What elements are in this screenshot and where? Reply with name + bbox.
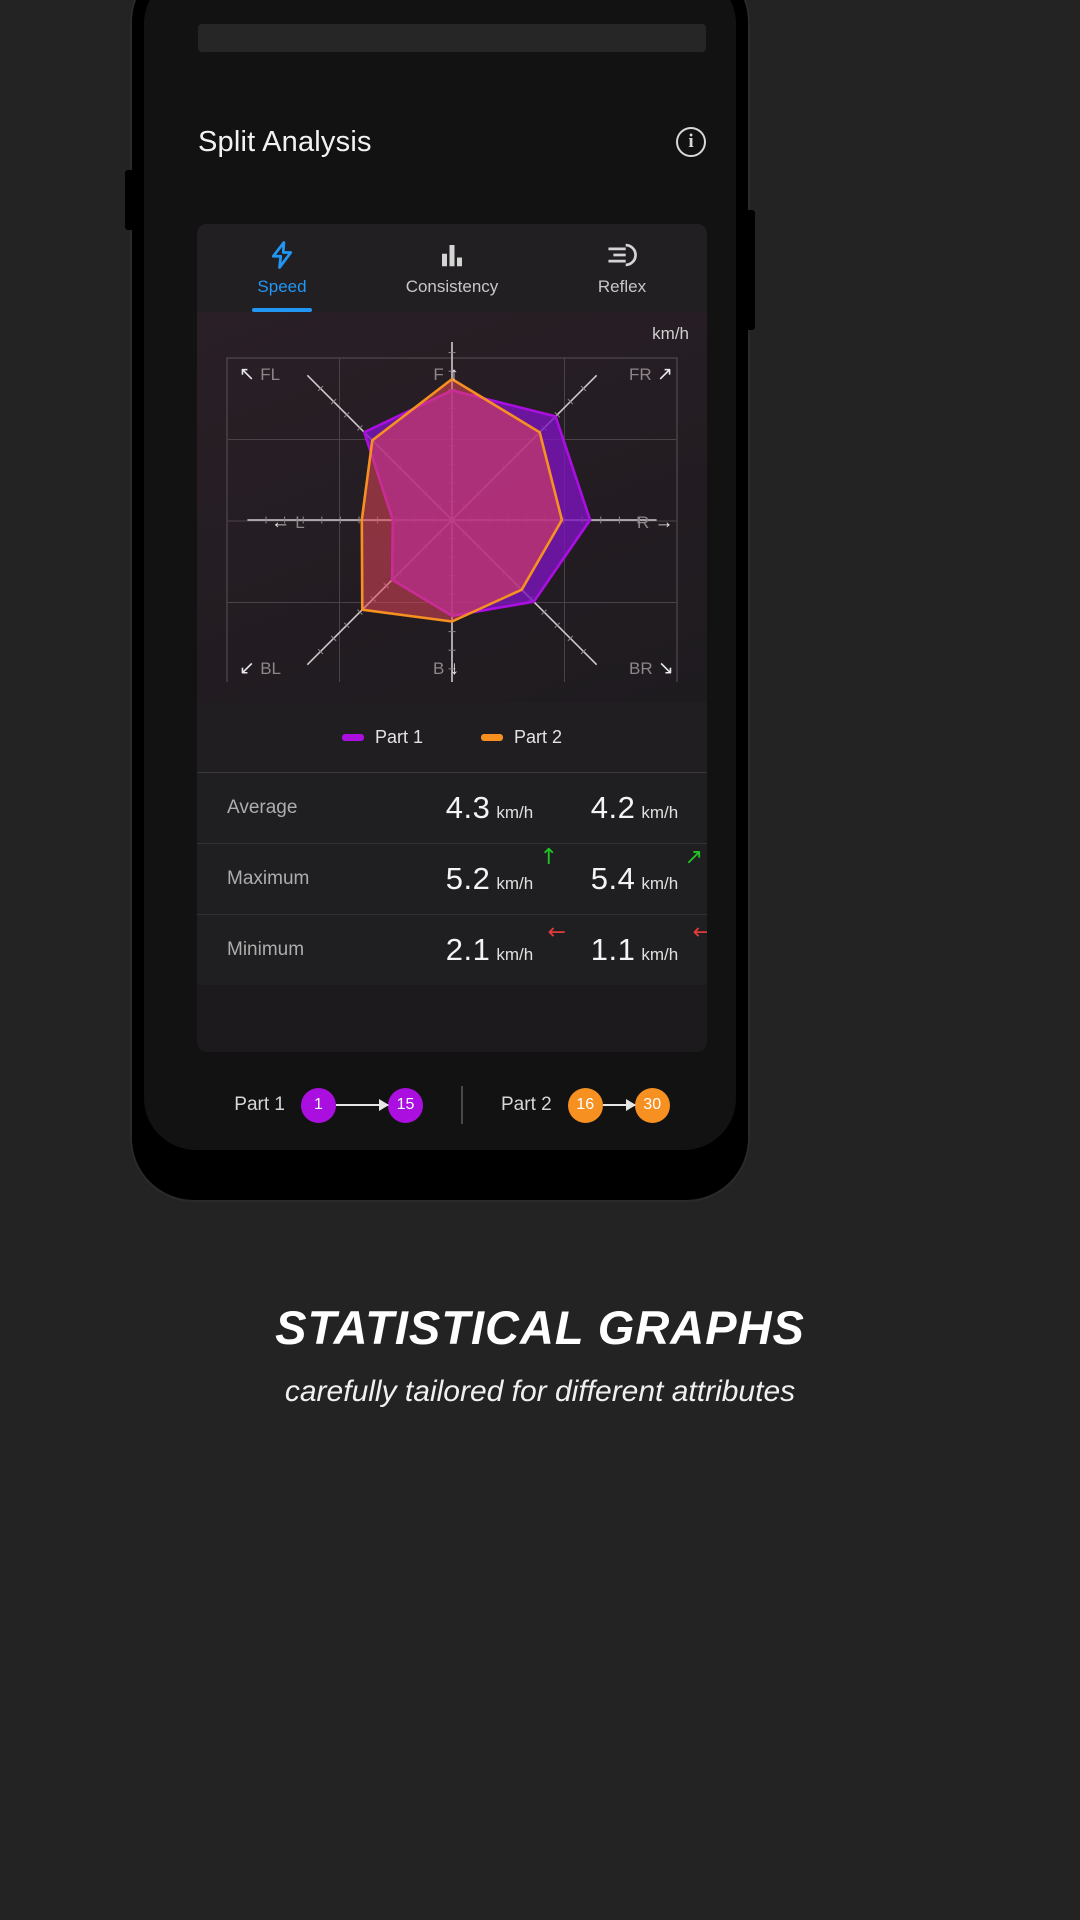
table-row: Average 4.3 km/h 4.2 km/h bbox=[197, 772, 707, 843]
tab-bar: Speed Consistency Reflex bbox=[197, 224, 707, 312]
stat-unit: km/h bbox=[496, 874, 534, 893]
legend-item-part2: Part 2 bbox=[481, 727, 562, 748]
stats-table: Average 4.3 km/h 4.2 km/h Maximum 5.2 km… bbox=[197, 772, 707, 985]
tab-reflex[interactable]: Reflex bbox=[537, 224, 707, 312]
legend-item-part1: Part 1 bbox=[341, 726, 423, 748]
stat-minimum-part2: 1.1 km/h ← bbox=[562, 922, 707, 968]
phone-power-button bbox=[746, 210, 755, 330]
tab-consistency[interactable]: Consistency bbox=[367, 224, 537, 312]
tab-speed-label: Speed bbox=[257, 276, 307, 296]
radar-chart-svg: ↖ FL F ↑ FR ↗ ← L R → ↙ BL B ↓ BR ↘ bbox=[226, 315, 678, 725]
part1-range: Part 1 1 15 bbox=[234, 1087, 423, 1123]
trend-left-arrow-icon: ← bbox=[692, 920, 707, 945]
chart-unit-label: km/h bbox=[652, 324, 689, 343]
part1-end-dot: 15 bbox=[388, 1087, 423, 1123]
part2-pill: 16 30 bbox=[567, 1087, 670, 1123]
part2-end-dot: 30 bbox=[634, 1087, 670, 1123]
svg-text:B ↓: B ↓ bbox=[433, 658, 459, 679]
legend-label-part2: Part 2 bbox=[514, 726, 563, 747]
svg-text:FR ↗: FR ↗ bbox=[629, 364, 673, 385]
stat-unit: km/h bbox=[641, 945, 679, 964]
stat-maximum-part2: 5.4 km/h ↗ bbox=[562, 847, 707, 897]
phone-screen: Split Analysis i Speed Consistency Refle… bbox=[144, 0, 736, 1150]
app-screen: Split Analysis i Speed Consistency Refle… bbox=[144, 0, 736, 1150]
lightning-bolt-icon bbox=[267, 240, 297, 270]
stat-value: 2.1 bbox=[445, 932, 491, 967]
table-row: Minimum 2.1 km/h ← 1.1 km/h ← bbox=[197, 914, 707, 985]
radar-chart: ↖ FL F ↑ FR ↗ ← L R → ↙ BL B ↓ BR ↘ bbox=[197, 315, 707, 725]
table-row: Maximum 5.2 km/h ↑ 5.4 km/h ↗ bbox=[197, 843, 707, 914]
parts-range-row: Part 1 1 15 Part 2 16 30 bbox=[197, 1070, 707, 1140]
stat-maximum-part1: 5.2 km/h ↑ bbox=[417, 847, 562, 897]
phone-frame: Split Analysis i Speed Consistency Refle… bbox=[132, 0, 748, 1200]
stat-value: 4.2 bbox=[590, 790, 636, 825]
reflex-meter-icon bbox=[606, 240, 638, 270]
stat-average-part2: 4.2 km/h bbox=[562, 790, 707, 826]
trend-up-arrow-icon: ↑ bbox=[539, 845, 558, 870]
phone-volume-button bbox=[125, 170, 134, 230]
caption-block: STATISTICAL GRAPHS carefully tailored fo… bbox=[0, 1300, 1080, 1409]
stat-value: 5.2 bbox=[445, 861, 491, 896]
page-title: Split Analysis bbox=[198, 125, 372, 158]
tab-speed[interactable]: Speed bbox=[197, 224, 367, 312]
legend-swatch-part2 bbox=[481, 733, 503, 741]
stat-label-minimum: Minimum bbox=[227, 939, 305, 960]
stat-value: 1.1 bbox=[590, 932, 636, 967]
stat-unit: km/h bbox=[496, 945, 534, 964]
trend-up-right-arrow-icon: ↗ bbox=[684, 845, 703, 870]
part1-label: Part 1 bbox=[234, 1094, 285, 1115]
svg-text:F ↑: F ↑ bbox=[433, 364, 458, 385]
svg-text:← L: ← L bbox=[271, 512, 305, 533]
svg-text:↙ BL: ↙ BL bbox=[239, 658, 281, 679]
analysis-card: Speed Consistency Reflex km/h ↖ FL F ↑ F… bbox=[197, 224, 707, 1052]
stat-value: 4.3 bbox=[445, 790, 491, 825]
stat-label-maximum: Maximum bbox=[227, 868, 310, 889]
part1-pill: 1 15 bbox=[301, 1087, 423, 1123]
stat-unit: km/h bbox=[496, 803, 534, 822]
radar-chart-area: km/h ↖ FL F ↑ FR ↗ ← L R → ↙ BL B ↓ BR ↘ bbox=[197, 312, 707, 725]
part2-arrow-icon bbox=[602, 1099, 636, 1111]
svg-text:R →: R → bbox=[637, 512, 674, 533]
stat-unit: km/h bbox=[641, 874, 679, 893]
stat-minimum-part1: 2.1 km/h ← bbox=[417, 922, 566, 968]
part2-start-dot: 16 bbox=[567, 1087, 603, 1123]
stat-value: 5.4 bbox=[590, 861, 636, 896]
part1-start-dot: 1 bbox=[301, 1087, 336, 1123]
part1-arrow-icon bbox=[336, 1099, 389, 1111]
section-header: Split Analysis i bbox=[198, 120, 706, 164]
tab-consistency-label: Consistency bbox=[405, 276, 499, 296]
part2-label: Part 2 bbox=[501, 1094, 552, 1115]
top-placeholder-strip bbox=[198, 24, 706, 52]
chart-legend: Part 1 Part 2 bbox=[197, 702, 707, 772]
stat-average-part1: 4.3 km/h bbox=[417, 790, 562, 826]
caption-title: STATISTICAL GRAPHS bbox=[275, 1301, 805, 1354]
info-circle-icon[interactable]: i bbox=[676, 127, 706, 157]
stat-unit: km/h bbox=[641, 803, 679, 822]
legend-label-part1: Part 1 bbox=[374, 726, 423, 747]
bar-chart-icon bbox=[437, 240, 467, 270]
parts-divider bbox=[461, 1086, 463, 1124]
svg-text:↖ FL: ↖ FL bbox=[239, 364, 280, 385]
svg-text:BR ↘: BR ↘ bbox=[629, 658, 674, 679]
legend-swatch-part1 bbox=[341, 733, 364, 741]
stat-label-average: Average bbox=[227, 797, 298, 818]
caption-subtitle: carefully tailored for different attribu… bbox=[284, 1375, 796, 1408]
part2-range: Part 2 16 30 bbox=[501, 1087, 670, 1123]
tab-reflex-label: Reflex bbox=[597, 276, 647, 296]
